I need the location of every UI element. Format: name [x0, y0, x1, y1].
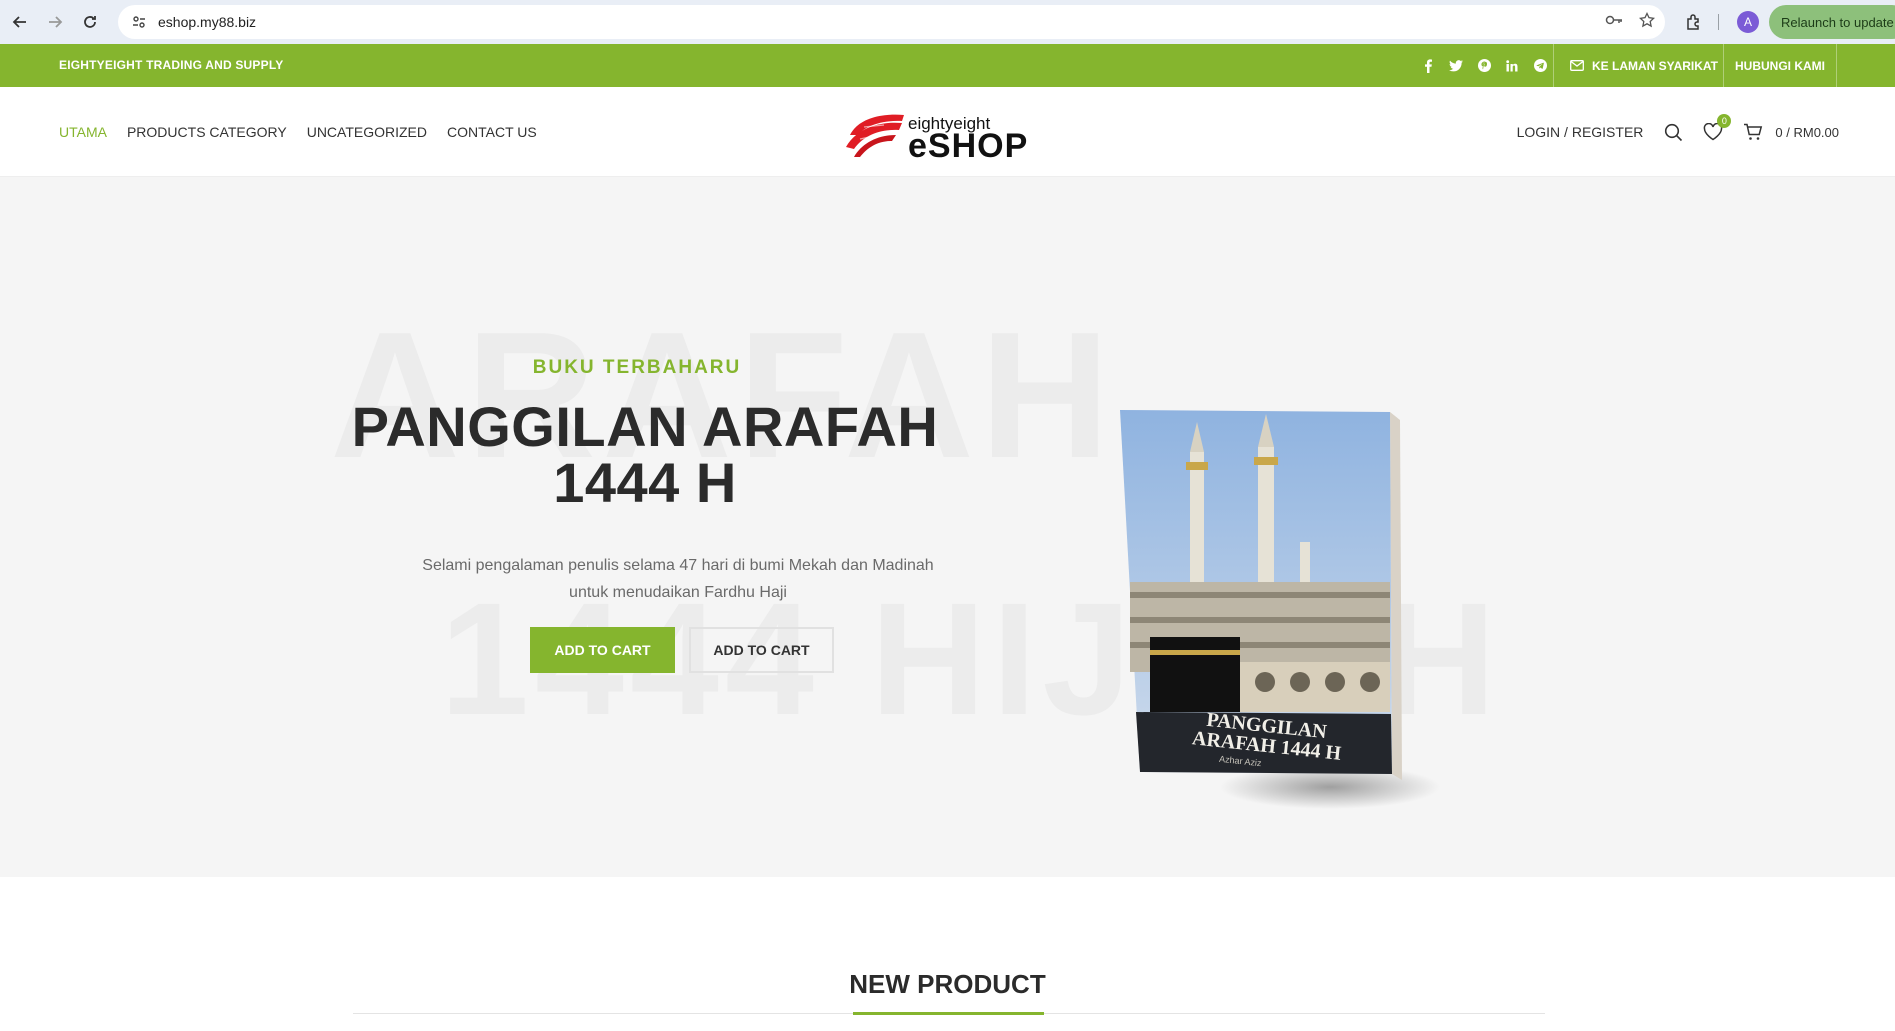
menu-item-utama[interactable]: UTAMA [59, 124, 107, 140]
site-header: UTAMA PRODUCTS CATEGORY UNCATEGORIZED CO… [0, 87, 1895, 177]
book-cover-image[interactable]: PANGGILAN ARAFAH 1444 H Azhar Aziz [1120, 392, 1450, 812]
company-link[interactable]: KE LAMAN SYARIKAT [1570, 44, 1718, 87]
key-icon[interactable] [1605, 13, 1623, 32]
topbar-divider [1723, 44, 1724, 87]
search-icon[interactable] [1661, 120, 1685, 144]
header-tools: LOGIN / REGISTER 0 0 / RM0.00 [1517, 87, 1839, 177]
facebook-icon[interactable] [1420, 58, 1436, 74]
forward-icon[interactable] [37, 4, 73, 40]
url-text[interactable]: eshop.my88.biz [158, 14, 256, 30]
wishlist-icon[interactable]: 0 [1701, 114, 1732, 144]
site-settings-icon[interactable] [130, 13, 148, 31]
hero-slide: ARAFAH 1444 HIJRAH BUKU TERBAHARU PANGGI… [0, 177, 1895, 877]
telegram-icon[interactable] [1532, 58, 1548, 74]
relaunch-button[interactable]: Relaunch to update [1769, 5, 1895, 39]
menu-item-products-category[interactable]: PRODUCTS CATEGORY [127, 124, 287, 140]
section-title: NEW PRODUCT [849, 969, 1046, 999]
toolbar-divider [1718, 14, 1719, 30]
section-title-underline [853, 1012, 1044, 1015]
new-product-section: NEW PRODUCT [0, 877, 1895, 1031]
login-register-link[interactable]: LOGIN / REGISTER [1517, 124, 1644, 140]
company-link-label: KE LAMAN SYARIKAT [1592, 58, 1719, 73]
social-links [1420, 44, 1548, 87]
hero-title-line2: 1444 H [553, 451, 737, 514]
reload-icon[interactable] [72, 4, 108, 40]
back-icon[interactable] [2, 4, 38, 40]
hero-description: Selami pengalaman penulis selama 47 hari… [420, 552, 936, 606]
topbar-divider [1836, 44, 1837, 87]
top-bar: EIGHTYEIGHT TRADING AND SUPPLY KE LAMAN … [0, 44, 1895, 87]
wishlist-count-badge: 0 [1717, 114, 1732, 128]
browser-toolbar: eshop.my88.biz A Relaunch to update [0, 0, 1895, 44]
cart-icon[interactable] [1741, 120, 1765, 144]
pinterest-icon[interactable] [1476, 58, 1492, 74]
site-logo[interactable]: eightyeight eSHOP [844, 105, 1054, 165]
hero-title-line1: PANGGILAN ARAFAH [351, 395, 939, 458]
hero-desc-line2: untuk menudaikan Fardhu Haji [569, 584, 787, 601]
hero-subtitle: BUKU TERBAHARU [532, 357, 742, 378]
menu-item-contact-us[interactable]: CONTACT US [447, 124, 537, 140]
add-to-cart-button-secondary[interactable]: ADD TO CART [689, 627, 834, 673]
topbar-brand: EIGHTYEIGHT TRADING AND SUPPLY [59, 58, 284, 72]
twitter-icon[interactable] [1448, 58, 1464, 74]
address-bar[interactable]: eshop.my88.biz [118, 5, 1665, 39]
profile-avatar[interactable]: A [1737, 11, 1759, 33]
main-menu: UTAMA PRODUCTS CATEGORY UNCATEGORIZED CO… [59, 87, 537, 177]
hero-title: PANGGILAN ARAFAH 1444 H [350, 399, 940, 511]
mail-icon [1570, 60, 1584, 71]
menu-item-uncategorized[interactable]: UNCATEGORIZED [307, 124, 427, 140]
contact-link[interactable]: HUBUNGI KAMI [1735, 44, 1825, 87]
hero-desc-line1: Selami pengalaman penulis selama 47 hari… [422, 557, 934, 574]
cart-total[interactable]: 0 / RM0.00 [1775, 125, 1839, 140]
topbar-divider [1553, 44, 1554, 87]
logo-bottom-text: eSHOP [908, 127, 1028, 161]
extensions-icon[interactable] [1680, 8, 1708, 36]
add-to-cart-button-primary[interactable]: ADD TO CART [530, 627, 675, 673]
linkedin-icon[interactable] [1504, 58, 1520, 74]
bookmark-star-icon[interactable] [1638, 11, 1656, 33]
